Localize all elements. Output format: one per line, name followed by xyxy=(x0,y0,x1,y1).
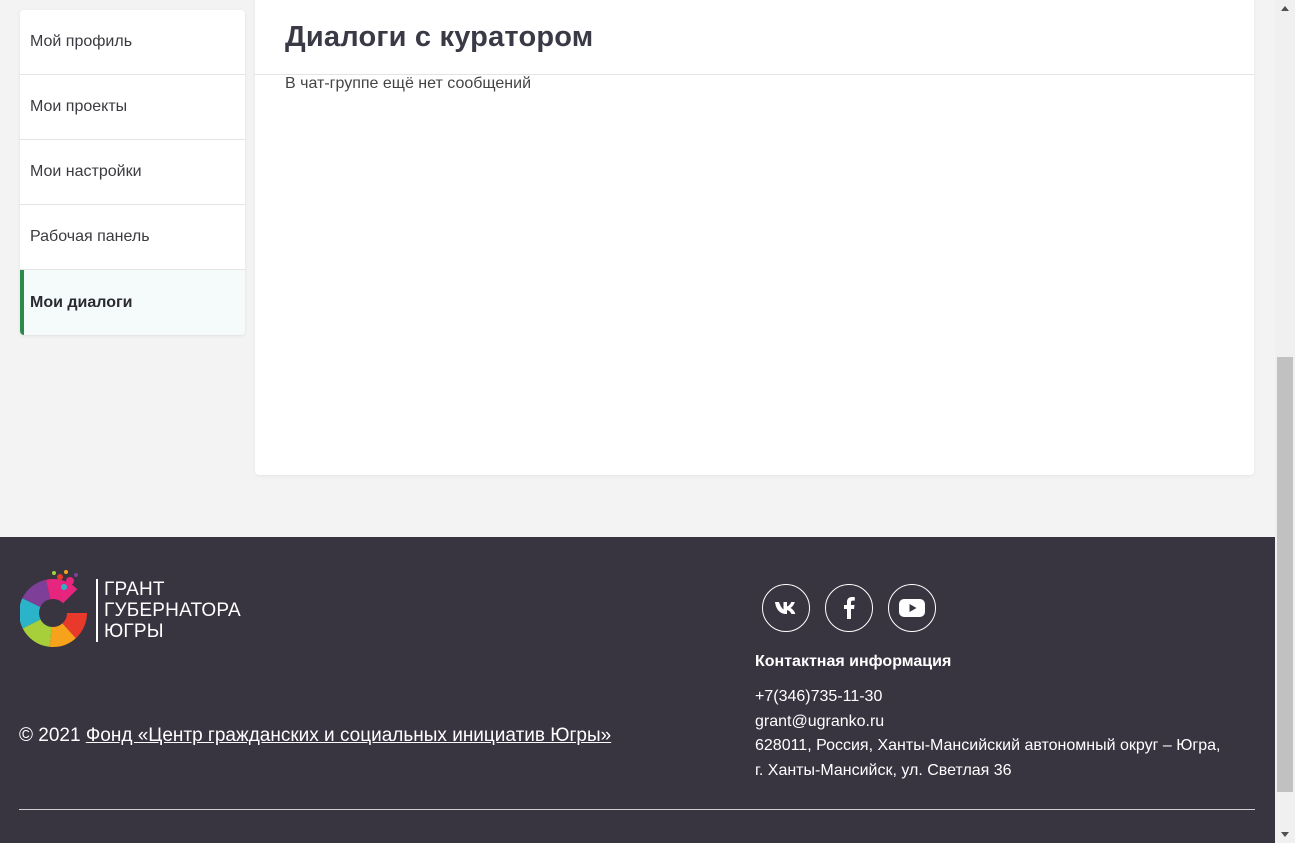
facebook-button[interactable] xyxy=(825,584,873,632)
page-scrollbar[interactable] xyxy=(1275,0,1295,843)
scroll-down-arrow-icon[interactable] xyxy=(1275,826,1295,843)
page-title: Диалоги с куратором xyxy=(285,20,594,53)
facebook-icon xyxy=(844,597,855,619)
sidebar-item-projects[interactable]: Мои проекты xyxy=(20,75,245,140)
email-address[interactable]: grant@ugranko.ru xyxy=(755,710,1220,735)
sidebar-item-settings[interactable]: Мои настройки xyxy=(20,140,245,205)
footer-divider xyxy=(19,809,1255,810)
sidebar-item-dialogs[interactable]: Мои диалоги xyxy=(20,270,245,335)
logo-ring-icon xyxy=(20,570,87,647)
dialogs-card: Диалоги с куратором В чат-группе ещё нет… xyxy=(255,0,1254,475)
address-line-1: 628011, Россия, Ханты-Мансийский автоном… xyxy=(755,737,1221,754)
site-footer: ГРАНТ ГУБЕРНАТОРА ЮГРЫ © 2021 Фонд «Цент… xyxy=(0,537,1275,843)
youtube-icon xyxy=(899,599,925,617)
contacts-info: +7(346)735-11-30 grant@ugranko.ru 628011… xyxy=(755,685,1220,783)
sidebar-item-profile[interactable]: Мой профиль xyxy=(20,10,245,75)
contacts-title: Контактная информация xyxy=(755,653,952,670)
sidebar-item-dashboard[interactable]: Рабочая панель xyxy=(20,205,245,270)
vk-icon xyxy=(775,602,796,614)
card-header: Диалоги с куратором xyxy=(255,0,1254,75)
grant-logo[interactable]: ГРАНТ ГУБЕРНАТОРА ЮГРЫ xyxy=(20,567,241,647)
copyright: © 2021 Фонд «Центр гражданских и социаль… xyxy=(19,725,611,747)
empty-chat-message: В чат-группе ещё нет сообщений xyxy=(285,75,531,92)
scroll-up-arrow-icon[interactable] xyxy=(1275,0,1295,17)
foundation-link[interactable]: Фонд «Центр гражданских и социальных ини… xyxy=(86,725,611,746)
social-links xyxy=(762,584,936,632)
profile-sidebar: Мой профиль Мои проекты Мои настройки Ра… xyxy=(20,10,245,335)
copyright-year: © 2021 xyxy=(19,725,81,746)
scrollbar-thumb[interactable] xyxy=(1277,357,1293,792)
vk-button[interactable] xyxy=(762,584,810,632)
youtube-button[interactable] xyxy=(888,584,936,632)
phone-number[interactable]: +7(346)735-11-30 xyxy=(755,685,1220,710)
logo-text: ГРАНТ ГУБЕРНАТОРА ЮГРЫ xyxy=(96,579,241,642)
address-line-2: г. Ханты-Мансийск, ул. Светлая 36 xyxy=(755,761,1012,779)
